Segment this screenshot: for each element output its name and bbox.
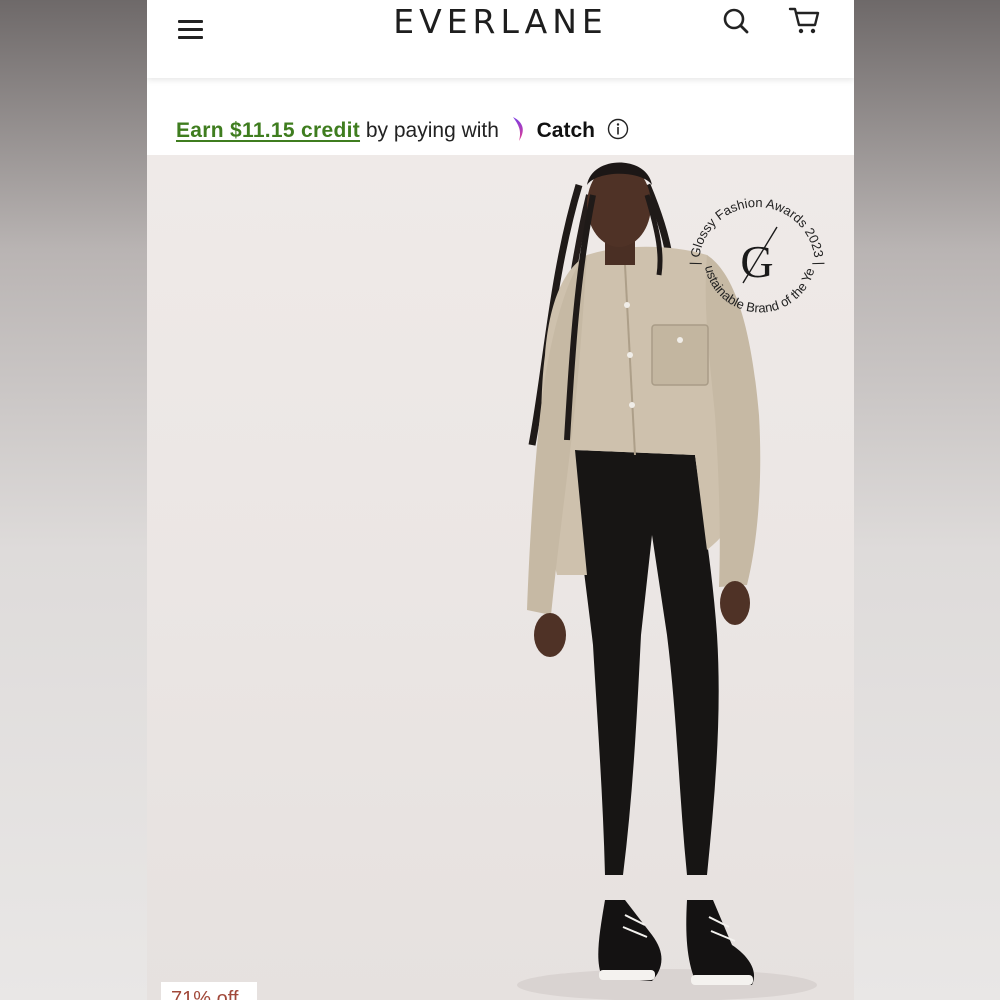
catch-brand: Catch — [536, 119, 595, 142]
earn-credit-link[interactable]: Earn $11.15 credit — [176, 119, 360, 142]
promo-middle-text: by paying with — [365, 119, 499, 142]
catch-logo-icon — [511, 116, 529, 148]
product-hero-image[interactable]: | Glossy Fashion Awards 2023 | Sustainab… — [147, 155, 854, 1000]
background-left — [0, 0, 147, 1000]
background-right — [854, 0, 1000, 1000]
search-icon[interactable] — [721, 6, 753, 38]
cart-icon[interactable] — [787, 4, 823, 38]
top-nav-bar: EVERLANE — [147, 0, 854, 78]
glossy-award-badge: | Glossy Fashion Awards 2023 | Sustainab… — [673, 163, 837, 335]
discount-badge: 71% off — [161, 982, 257, 1000]
payment-promo-banner: Earn $11.15 credit by paying with Catch — [147, 100, 854, 155]
phone-screen: EVERLANE Earn $11.15 credit by paying wi… — [147, 0, 854, 1000]
promo-text: Earn $11.15 credit by paying with Catch — [176, 116, 629, 148]
info-icon[interactable] — [607, 118, 629, 146]
